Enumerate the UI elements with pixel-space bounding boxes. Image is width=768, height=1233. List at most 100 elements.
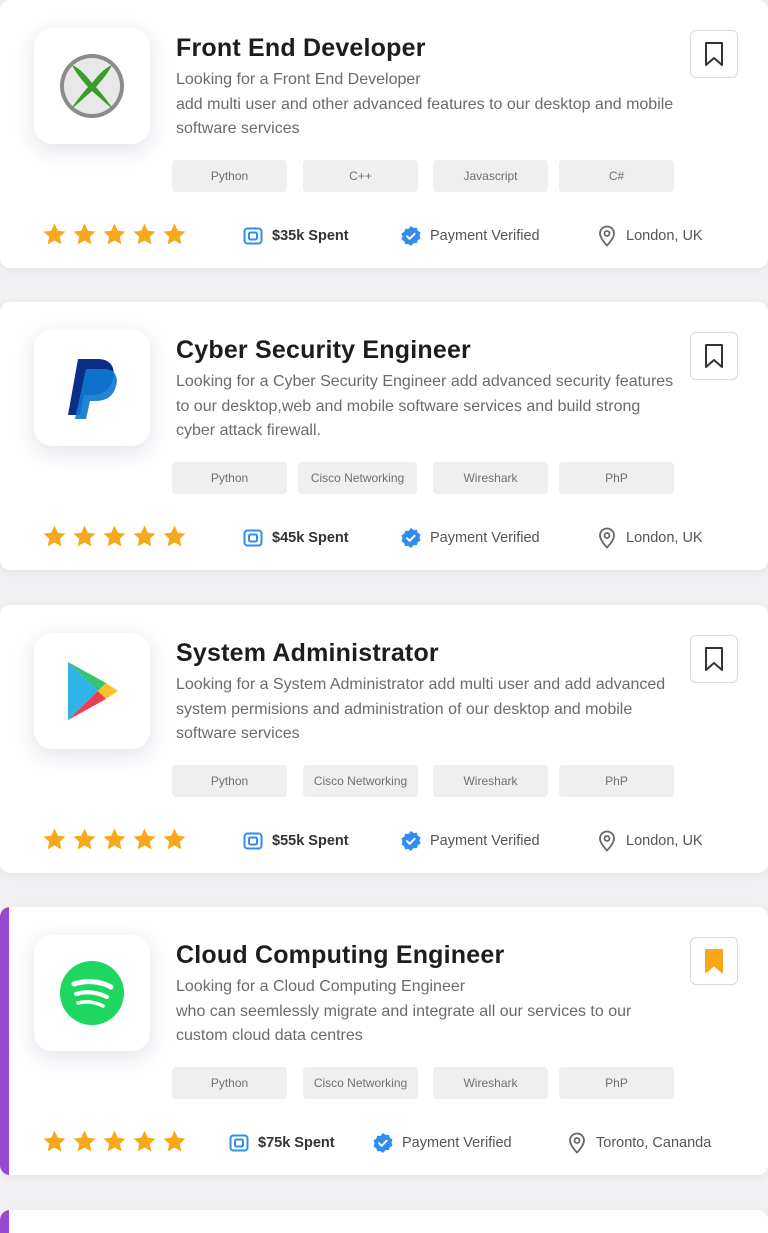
star-icon xyxy=(73,525,96,547)
star-icon xyxy=(163,1130,186,1152)
rating-stars xyxy=(42,524,187,549)
spent-amount: $35k Spent xyxy=(272,228,349,244)
verified-badge-icon xyxy=(400,225,422,247)
company-logo xyxy=(34,330,150,446)
spent-info: $45k Spent xyxy=(242,527,349,549)
payment-verified: Payment Verified xyxy=(400,527,540,549)
bookmark-filled-icon xyxy=(705,949,723,973)
job-location: London, UK xyxy=(596,225,703,247)
star-icon xyxy=(73,223,96,245)
star-icon xyxy=(103,1130,126,1152)
rating-stars xyxy=(42,827,187,852)
company-logo xyxy=(34,633,150,749)
payment-status: Payment Verified xyxy=(402,1135,512,1151)
location-pin-icon xyxy=(596,527,618,549)
job-description: Looking for a Cyber Security Engineer ad… xyxy=(176,373,674,439)
location-pin-icon xyxy=(596,830,618,852)
star-icon xyxy=(133,223,156,245)
star-icon xyxy=(133,525,156,547)
skill-tag[interactable]: PhP xyxy=(559,1067,674,1099)
job-card-partial[interactable] xyxy=(0,1210,768,1233)
skill-tag[interactable]: Wireshark xyxy=(433,1067,548,1099)
skill-tag[interactable]: Javascript xyxy=(433,160,548,192)
wallet-icon xyxy=(242,527,264,549)
star-icon xyxy=(43,525,66,547)
bookmark-button[interactable] xyxy=(690,635,738,683)
verified-badge-icon xyxy=(400,527,422,549)
bookmark-icon xyxy=(705,42,723,66)
verified-badge-icon xyxy=(372,1132,394,1154)
spent-info: $75k Spent xyxy=(228,1132,335,1154)
company-logo xyxy=(34,935,150,1051)
wallet-icon xyxy=(242,225,264,247)
job-card[interactable]: Front End Developer Looking for a Front … xyxy=(0,0,768,268)
job-location: London, UK xyxy=(596,527,703,549)
star-icon xyxy=(163,525,186,547)
wallet-icon xyxy=(242,830,264,852)
job-card[interactable]: Cyber Security Engineer Looking for a Cy… xyxy=(0,302,768,570)
bookmark-button-active[interactable] xyxy=(690,937,738,985)
rating-stars xyxy=(42,1129,187,1154)
location-text: London, UK xyxy=(626,228,703,244)
paypal-icon xyxy=(68,359,117,419)
location-pin-icon xyxy=(596,225,618,247)
job-location: Toronto, Cananda xyxy=(566,1132,711,1154)
skill-tag[interactable]: C# xyxy=(559,160,674,192)
job-description: Looking for a Front End Developer add mu… xyxy=(176,71,674,137)
job-title[interactable]: Cyber Security Engineer xyxy=(176,336,471,365)
job-footer: $35k Spent Payment Verified London, UK xyxy=(0,218,768,254)
payment-status: Payment Verified xyxy=(430,530,540,546)
job-footer: $55k Spent Payment Verified London, UK xyxy=(0,823,768,859)
star-icon xyxy=(103,828,126,850)
spent-amount: $45k Spent xyxy=(272,530,349,546)
location-pin-icon xyxy=(566,1132,588,1154)
location-text: London, UK xyxy=(626,530,703,546)
skill-tag[interactable]: Wireshark xyxy=(433,462,548,494)
skill-tag[interactable]: Wireshark xyxy=(433,765,548,797)
google-play-icon xyxy=(68,662,118,720)
bookmark-button[interactable] xyxy=(690,30,738,78)
star-icon xyxy=(133,828,156,850)
skill-tag[interactable]: Cisco Networking xyxy=(303,765,418,797)
star-icon xyxy=(103,223,126,245)
skill-tag[interactable]: Python xyxy=(172,765,287,797)
bookmark-icon xyxy=(705,344,723,368)
bookmark-icon xyxy=(705,647,723,671)
star-icon xyxy=(163,828,186,850)
star-icon xyxy=(73,1130,96,1152)
spent-amount: $75k Spent xyxy=(258,1135,335,1151)
payment-verified: Payment Verified xyxy=(400,225,540,247)
star-icon xyxy=(133,1130,156,1152)
skill-tag[interactable]: Cisco Networking xyxy=(303,1067,418,1099)
location-text: London, UK xyxy=(626,833,703,849)
skill-tag[interactable]: Python xyxy=(172,160,287,192)
payment-status: Payment Verified xyxy=(430,228,540,244)
job-card-selected[interactable]: Cloud Computing Engineer Looking for a C… xyxy=(0,907,768,1175)
job-title[interactable]: Front End Developer xyxy=(176,34,426,63)
star-icon xyxy=(43,223,66,245)
spent-info: $55k Spent xyxy=(242,830,349,852)
star-icon xyxy=(163,223,186,245)
job-card[interactable]: System Administrator Looking for a Syste… xyxy=(0,605,768,873)
spent-amount: $55k Spent xyxy=(272,833,349,849)
skill-tag[interactable]: Python xyxy=(172,1067,287,1099)
job-location: London, UK xyxy=(596,830,703,852)
spotify-icon xyxy=(60,961,124,1025)
job-title[interactable]: System Administrator xyxy=(176,639,439,668)
spent-info: $35k Spent xyxy=(242,225,349,247)
skill-tag[interactable]: C++ xyxy=(303,160,418,192)
xbox-icon xyxy=(60,54,124,118)
job-description: Looking for a System Administrator add m… xyxy=(176,676,666,742)
skill-tag[interactable]: Python xyxy=(172,462,287,494)
payment-verified: Payment Verified xyxy=(400,830,540,852)
skill-tag[interactable]: Cisco Networking xyxy=(298,462,417,494)
company-logo xyxy=(34,28,150,144)
location-text: Toronto, Cananda xyxy=(596,1135,712,1151)
skill-tag[interactable]: PhP xyxy=(559,765,674,797)
skill-tag[interactable]: PhP xyxy=(559,462,674,494)
bookmark-button[interactable] xyxy=(690,332,738,380)
job-footer: $45k Spent Payment Verified London, UK xyxy=(0,520,768,556)
job-title[interactable]: Cloud Computing Engineer xyxy=(176,941,504,970)
job-description: Looking for a Cloud Computing Engineer w… xyxy=(176,978,632,1044)
star-icon xyxy=(103,525,126,547)
